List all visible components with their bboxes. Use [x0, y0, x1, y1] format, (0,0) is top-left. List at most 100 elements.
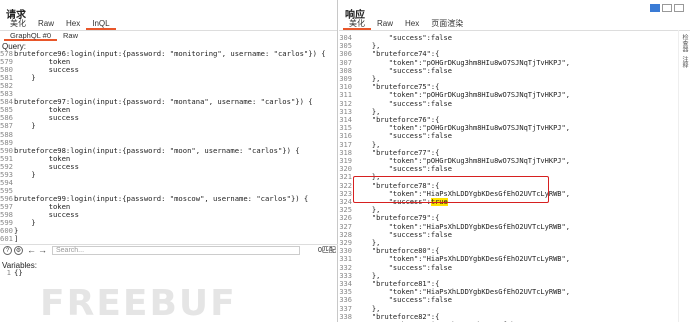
response-text: "success":false: [355, 165, 452, 174]
prev-arrow-icon[interactable]: ←: [27, 245, 36, 256]
line-number: 307: [339, 58, 352, 67]
response-text: "token":"pOHGrDKug3hm8HIu8wO7SJNqTjTvHKP…: [355, 157, 570, 165]
response-line: 310 "bruteforce75":{: [339, 83, 439, 91]
response-text: "token":"HiaPsXhLDDYgbKDesGfEhO2UVTcLyRW…: [355, 288, 570, 297]
variables-editor[interactable]: 1{}: [0, 269, 23, 277]
response-line: 308 "success":false: [339, 67, 452, 75]
line-number: 338: [339, 312, 352, 321]
response-line: 328 "success":false: [339, 231, 452, 239]
tab-raw[interactable]: Raw: [32, 18, 60, 30]
response-line: 307 "token":"pOHGrDKug3hm8HIu8wO7SJNqTjT…: [339, 59, 570, 67]
line-number: 329: [339, 239, 352, 247]
response-line: 317 },: [339, 141, 380, 149]
query-editor[interactable]: 578bruteforce96:login(input:{password: "…: [0, 49, 338, 243]
search-bar: ? ⚙ ← → Search... 0匹配: [0, 244, 338, 256]
response-line: 330 "bruteforce80":{: [339, 247, 439, 255]
response-line: 329 },: [339, 239, 380, 247]
next-arrow-icon[interactable]: →: [38, 245, 47, 256]
response-text: "bruteforce81":{: [355, 280, 440, 288]
response-text: },: [355, 239, 381, 247]
settings-icon[interactable]: ⚙: [14, 246, 23, 255]
request-subtabs: GraphQL #0 Raw: [4, 31, 84, 41]
response-text: },: [355, 140, 381, 149]
line-number: 316: [339, 132, 352, 141]
line-number: 324: [339, 198, 352, 206]
response-line: 305 },: [339, 42, 380, 50]
response-line: 315 "token":"pOHGrDKug3hm8HIu8wO7SJNqTjT…: [339, 124, 570, 132]
response-text: "bruteforce80":{: [355, 247, 440, 256]
query-line: 601]: [0, 235, 18, 243]
response-line: 312 "success":false: [339, 100, 452, 108]
response-text: },: [355, 206, 381, 215]
response-line: 318 "bruteforce77":{: [339, 149, 439, 157]
response-line: 316 "success":false: [339, 132, 452, 140]
tab-hex[interactable]: Hex: [60, 18, 86, 30]
response-line: 333 },: [339, 272, 380, 280]
sidebar-inspector[interactable]: 检查器: [680, 34, 689, 52]
response-text: "token":"pOHGrDKug3hm8HIu8wO7SJNqTjTvHKP…: [355, 124, 570, 133]
response-text: "bruteforce74":{: [355, 50, 440, 59]
query-text: }: [14, 121, 36, 131]
response-line: 306 "bruteforce74":{: [339, 50, 439, 58]
match-count: 0匹配: [318, 247, 336, 254]
help-icon[interactable]: ?: [3, 246, 12, 255]
line-number: 318: [339, 148, 352, 157]
response-pane: 响应 美化 Raw Hex 页面渲染 304 "success":false 30…: [339, 0, 690, 322]
response-tabs: 美化 Raw Hex 页面渲染: [343, 18, 469, 30]
response-text: },: [355, 271, 381, 280]
search-input[interactable]: Search...: [52, 246, 300, 255]
line-number: 325: [339, 206, 352, 215]
line-number: 327: [339, 222, 352, 231]
sidebar-notes[interactable]: 注释: [680, 56, 689, 68]
response-text: "success":false: [355, 66, 452, 75]
line-number: 333: [339, 271, 352, 280]
response-text: "token":"HiaPsXhLDDYgbKDesGfEhO2UVTcLyRW…: [355, 222, 570, 231]
line-number: 322: [339, 181, 352, 190]
subtab-graphql[interactable]: GraphQL #0: [4, 31, 57, 41]
response-text: "success":false: [355, 230, 452, 239]
response-line: 335 "token":"HiaPsXhLDDYgbKDesGfEhO2UVTc…: [339, 288, 570, 296]
request-pane: 请求 美化 Raw Hex InQL GraphQL #0 Raw Query:…: [0, 0, 338, 322]
tab-inql[interactable]: InQL: [86, 18, 116, 30]
variables-text: {}: [14, 268, 23, 277]
line-number: 601: [0, 234, 13, 244]
response-line: 337 },: [339, 305, 380, 313]
inspector-sidebar: 检查器 注释: [678, 30, 690, 322]
response-text: "success":false: [355, 132, 452, 141]
single-view-icon[interactable]: [674, 4, 684, 12]
line-number: 305: [339, 42, 352, 51]
tab-render[interactable]: 页面渲染: [425, 18, 469, 30]
split-view-icon[interactable]: [650, 4, 660, 12]
line-number: 330: [339, 247, 352, 256]
line-number: 309: [339, 75, 352, 83]
response-line: 320 "success":false: [339, 165, 452, 173]
line-number: 308: [339, 66, 352, 75]
response-text: },: [355, 75, 381, 83]
horizontal-view-icon[interactable]: [662, 4, 672, 12]
layout-buttons: [650, 4, 684, 12]
response-line: 304 "success":false: [339, 34, 452, 42]
response-line: 336 "success":false: [339, 296, 452, 304]
tab-pretty[interactable]: 美化: [4, 18, 32, 30]
tab-raw[interactable]: Raw: [371, 18, 399, 30]
line-number: 304: [339, 34, 352, 42]
tab-pretty[interactable]: 美化: [343, 18, 371, 30]
line-number: 317: [339, 140, 352, 149]
response-line: 332 "success":false: [339, 264, 452, 272]
response-text: "bruteforce77":{: [355, 148, 440, 157]
response-line: 311 "token":"pOHGrDKug3hm8HIu8wO7SJNqTjT…: [339, 91, 570, 99]
line-number: 332: [339, 263, 352, 272]
tab-hex[interactable]: Hex: [399, 18, 425, 30]
response-text: "success":false: [355, 296, 452, 305]
line-number: 315: [339, 124, 352, 133]
success-highlight-box: [353, 176, 549, 203]
response-text: "token":"HiaPsXhLDDYgbKDesGfEhO2UVTcLyRW…: [355, 255, 570, 264]
response-text: "bruteforce82":{: [355, 312, 440, 321]
subtab-raw[interactable]: Raw: [57, 31, 84, 41]
line-number: 310: [339, 83, 352, 92]
line-number: 313: [339, 107, 352, 116]
line-number: 312: [339, 99, 352, 108]
line-number: 1: [6, 268, 11, 277]
line-number: 311: [339, 91, 352, 100]
response-text: "success":false: [355, 34, 452, 42]
